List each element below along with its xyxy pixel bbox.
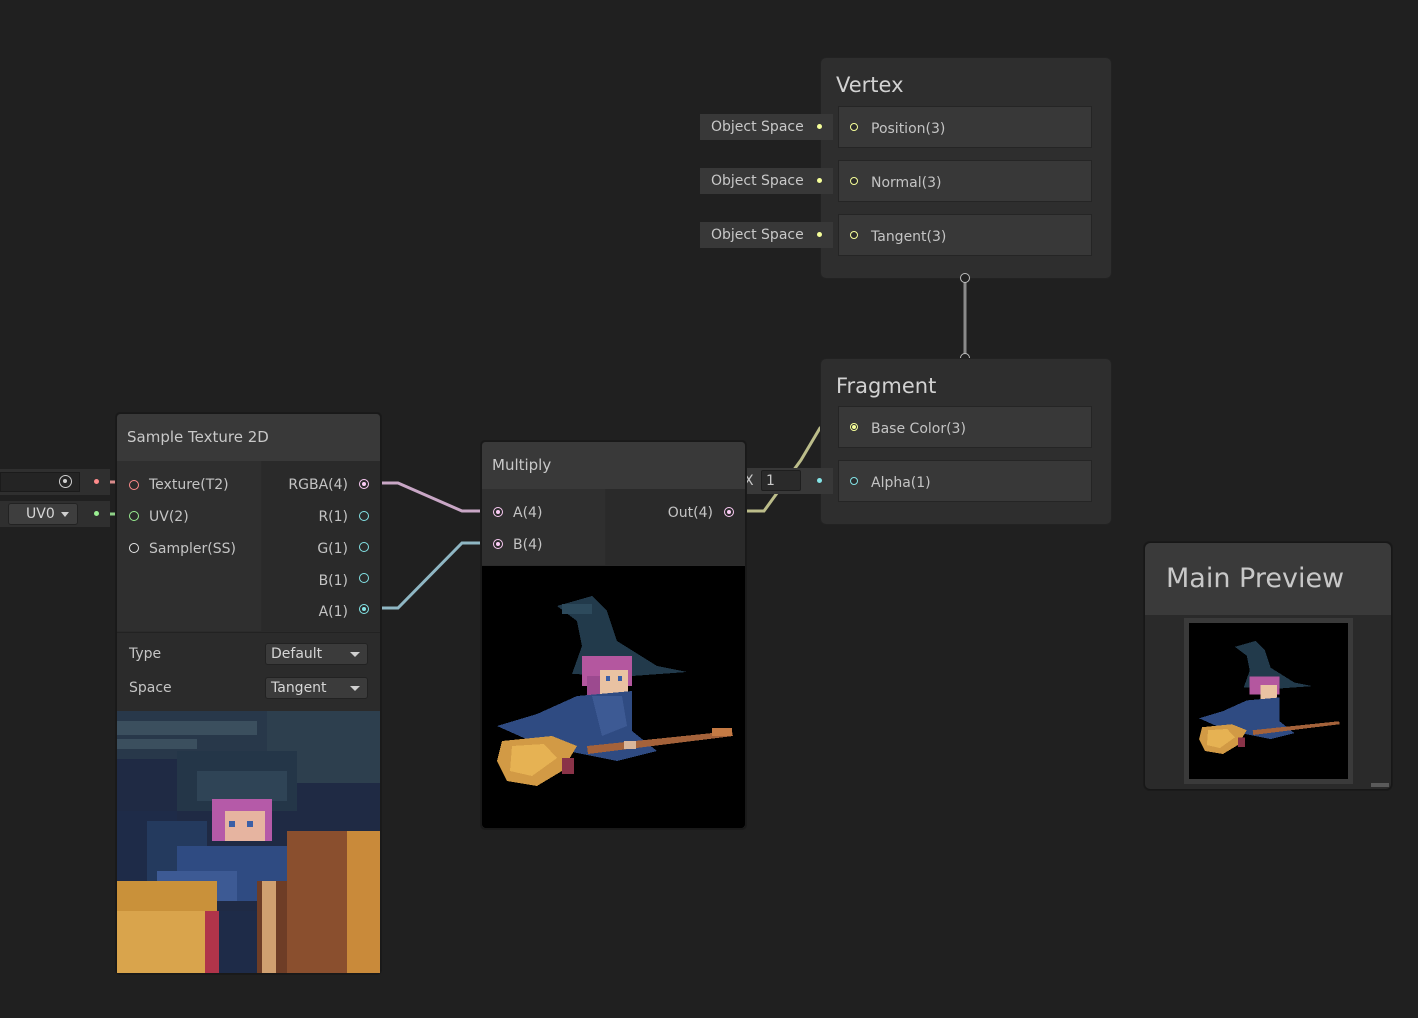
type-value: Default [271,646,323,662]
space-value: Tangent [271,680,327,696]
tangent-space-text: Object Space [711,227,804,243]
type-dropdown[interactable]: Default [265,643,368,665]
alpha-value-text: 1 [766,473,775,489]
fragment-slot-alpha[interactable]: Alpha(1) [838,460,1092,502]
multiply-out-port[interactable] [724,507,734,517]
multiply-title: Multiply [492,456,552,474]
space-dropdown[interactable]: Tangent [265,677,368,699]
witch-sprite-preview-image [1190,623,1347,779]
main-preview-panel[interactable]: Main Preview [1144,542,1392,790]
space-label: Space [129,680,172,696]
fragment-title: Fragment [836,374,937,398]
vertex-slot-normal[interactable]: Normal(3) [838,160,1092,202]
vertex-out-port[interactable] [960,273,970,283]
tangent-space-input[interactable]: Object Space [700,222,833,248]
main-preview-viewport[interactable] [1184,618,1353,784]
main-preview-title: Main Preview [1166,563,1345,594]
main-preview-resize-handle[interactable] [1371,783,1389,787]
position-inline-dot [817,124,822,129]
tangent-port[interactable] [850,231,858,239]
normal-space-text: Object Space [711,173,804,189]
sampler-input-label: Sampler(SS) [149,541,236,557]
tangent-label: Tangent(3) [871,229,947,245]
multiply-out-label: Out(4) [667,505,713,521]
main-preview-header[interactable]: Main Preview [1145,543,1391,615]
tangent-inline-dot [817,232,822,237]
wire-rgba-to-a [370,481,493,513]
b-output-label: B(1) [318,573,348,589]
multiply-a-label: A(4) [513,505,543,521]
g-output-label: G(1) [317,541,348,557]
multiply-inputs [482,489,605,565]
alpha-inline-input[interactable]: X 1 [732,468,833,494]
position-port[interactable] [850,123,858,131]
witch-sprite-image [482,566,745,828]
alpha-value-field[interactable]: 1 [761,470,801,491]
basecolor-label: Base Color(3) [871,421,966,437]
position-space-text: Object Space [711,119,804,135]
normal-label: Normal(3) [871,175,942,191]
sampler-input-port[interactable] [129,543,139,553]
r-output-port[interactable] [359,511,369,521]
vertex-title: Vertex [836,73,904,97]
vertex-slot-tangent[interactable]: Tangent(3) [838,214,1092,256]
normal-port[interactable] [850,177,858,185]
multiply-a-port[interactable] [493,507,503,517]
multiply-header[interactable]: Multiply [482,442,745,489]
alpha-label: Alpha(1) [871,475,931,491]
wire-alpha-to-b [370,541,493,610]
a-output-port[interactable] [359,604,369,614]
a-output-label: A(1) [318,604,348,620]
multiply-b-label: B(4) [513,537,543,553]
uv-channel-dropdown[interactable]: UV0 [8,503,78,525]
texture-input-label: Texture(T2) [149,477,229,493]
witch-sprite-zoomed-image [117,711,380,973]
uv-input-label: UV(2) [149,509,189,525]
position-label: Position(3) [871,121,946,137]
basecolor-port[interactable] [850,423,858,431]
texture-inline-dot [94,479,99,484]
normal-inline-dot [817,178,822,183]
g-output-port[interactable] [359,542,369,552]
multiply-node[interactable]: Multiply A(4) B(4) Out(4) [481,441,746,829]
multiply-preview [482,566,745,828]
uv-channel-field[interactable]: UV0 [0,501,110,527]
multiply-outputs [606,489,745,565]
fragment-slot-basecolor[interactable]: Base Color(3) [838,406,1092,448]
normal-space-input[interactable]: Object Space [700,168,833,194]
multiply-b-port[interactable] [493,539,503,549]
b-output-port[interactable] [359,573,369,583]
alpha-inline-dot [817,478,822,483]
uv-inline-dot [94,511,99,516]
texture-object-field[interactable]: n [0,469,110,495]
rgba-output-label: RGBA(4) [288,477,348,493]
sample-texture-2d-node[interactable]: Sample Texture 2D Texture(T2) UV(2) Samp… [116,413,381,974]
sample-texture-title: Sample Texture 2D [127,428,269,446]
position-space-input[interactable]: Object Space [700,114,833,140]
sample-texture-header[interactable]: Sample Texture 2D [117,414,380,461]
uv-channel-value: UV0 [26,506,55,522]
rgba-output-port[interactable] [359,479,369,489]
chevron-down-icon [350,652,360,657]
alpha-port[interactable] [850,477,858,485]
sample-texture-preview [117,711,380,973]
texture-input-port[interactable] [129,480,139,490]
uv-input-port[interactable] [129,511,139,521]
type-label: Type [129,646,162,662]
chevron-down-icon [61,512,69,517]
chevron-down-icon [350,686,360,691]
r-output-label: R(1) [318,509,348,525]
target-circle-icon[interactable] [59,475,72,488]
vertex-slot-position[interactable]: Position(3) [838,106,1092,148]
